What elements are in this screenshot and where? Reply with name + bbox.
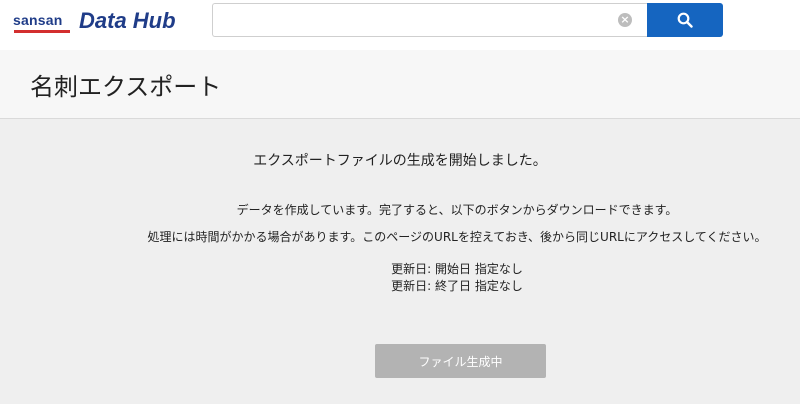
file-generating-button[interactable]: ファイル生成中 [375,344,546,378]
page-title: 名刺エクスポート [30,73,222,101]
page-header: 名刺エクスポート [0,50,800,119]
search-icon [677,12,693,28]
search-button[interactable] [647,3,723,37]
logo-brand-text: sansan [13,12,63,28]
end-date-filter: 更新日: 終了日 指定なし [391,279,523,293]
export-started-message: エクスポートファイルの生成を開始しました。 [253,153,547,169]
logo-product-text: Data Hub [79,8,176,33]
search-input[interactable] [212,3,647,37]
clear-icon[interactable]: × [618,13,632,27]
start-date-filter: 更新日: 開始日 指定なし [391,262,523,276]
creating-data-message: データを作成しています。完了すると、以下のボタンからダウンロードできます。 [236,203,678,217]
logo-underline [14,30,70,33]
export-status-panel: エクスポートファイルの生成を開始しました。 データを作成しています。完了すると、… [0,119,800,404]
top-bar: sansan Data Hub × [0,0,800,50]
url-notice-message: 処理には時間がかかる場合があります。このページのURLを控えておき、後から同じU… [147,230,767,244]
search-bar: × [212,3,723,37]
